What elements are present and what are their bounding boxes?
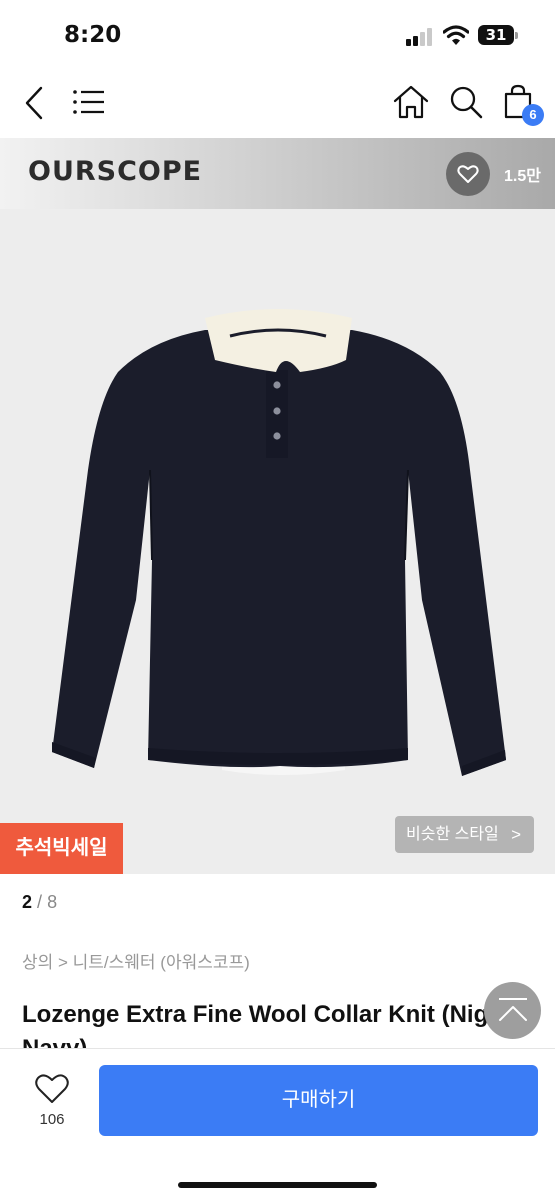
image-pager: 2 / 8	[22, 892, 57, 913]
home-icon[interactable]	[393, 85, 429, 119]
image-total: 8	[47, 892, 58, 912]
status-bar: 8:20 31	[0, 0, 555, 68]
search-icon[interactable]	[449, 85, 483, 119]
wishlist-count: 106	[39, 1111, 65, 1128]
knit-sweater-image	[52, 309, 506, 776]
cellular-signal-icon	[406, 28, 434, 46]
chevron-right-icon: >	[511, 825, 521, 844]
battery-level: 31	[478, 25, 514, 45]
wifi-icon	[443, 25, 469, 45]
status-time: 8:20	[64, 22, 122, 48]
scroll-to-top-button[interactable]	[484, 982, 541, 1039]
similar-style-label: 비슷한 스타일	[406, 826, 499, 843]
arrow-up-icon	[499, 998, 527, 1021]
image-index: 2	[22, 892, 33, 912]
brand-likes-count: 1.5만	[504, 168, 541, 185]
menu-icon[interactable]	[72, 88, 106, 116]
brand-name[interactable]: OURSCOPE	[28, 156, 202, 187]
sale-badge: 추석빅세일	[0, 823, 123, 874]
back-icon[interactable]	[22, 86, 46, 120]
cart-count-badge: 6	[522, 104, 544, 126]
home-indicator	[178, 1182, 377, 1188]
category-breadcrumb[interactable]: 상의 > 니트/스웨터 (아워스코프)	[22, 948, 250, 973]
brand-like-button[interactable]	[446, 152, 490, 196]
image-pager-separator: /	[37, 892, 43, 912]
product-image[interactable]	[0, 209, 555, 874]
battery-icon: 31	[478, 25, 518, 45]
wishlist-heart-icon[interactable]	[34, 1073, 70, 1105]
buy-button[interactable]: 구매하기	[99, 1065, 538, 1136]
similar-style-button[interactable]: 비슷한 스타일 >	[395, 816, 534, 853]
heart-icon	[457, 165, 479, 183]
